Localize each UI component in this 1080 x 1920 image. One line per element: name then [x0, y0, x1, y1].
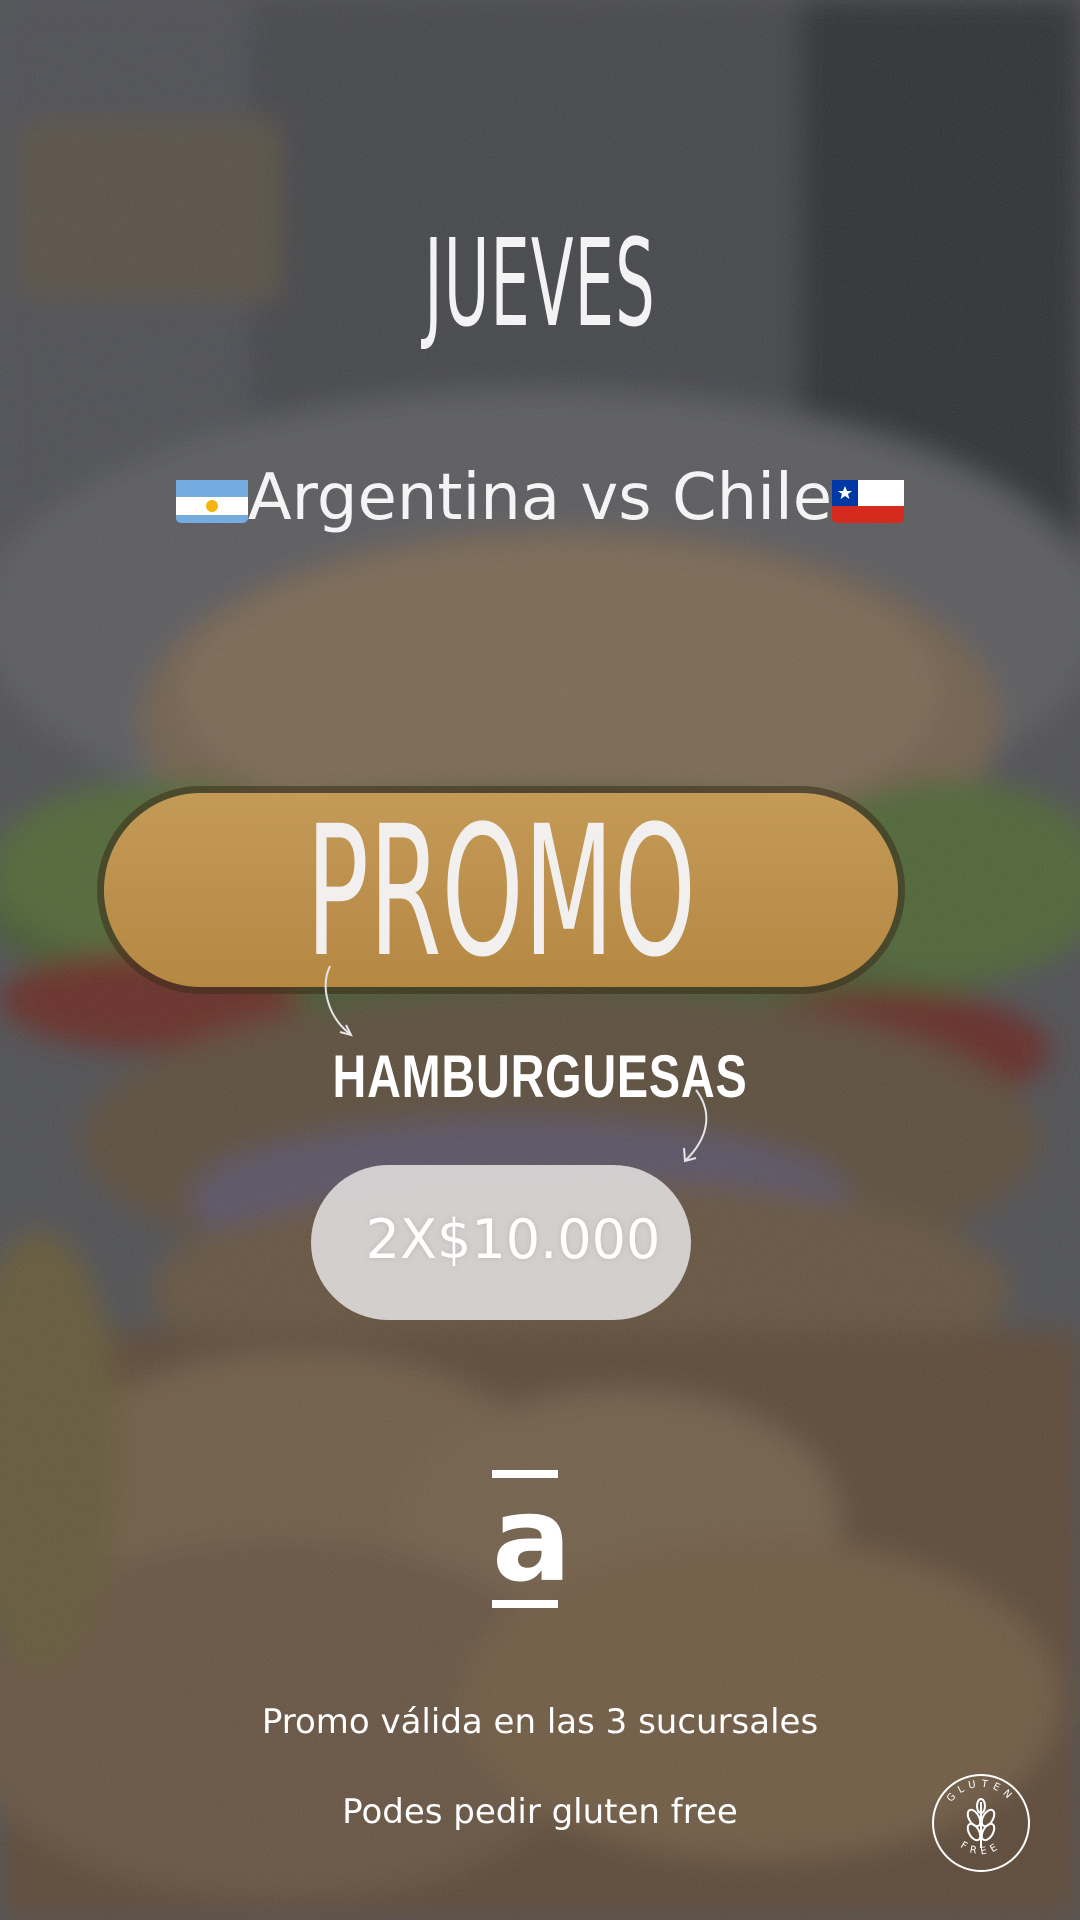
home-team: Argentina [247, 461, 561, 535]
gluten-note: Podes pedir gluten free [342, 1792, 738, 1832]
branches-note: Promo válida en las 3 sucursales [261, 1702, 819, 1742]
curved-arrow-icon [683, 1089, 708, 1163]
promo-label: PROMO [306, 788, 696, 997]
price-label: 2X$10.000 [365, 1208, 661, 1271]
product-label: HAMBURGUESAS [332, 1043, 748, 1110]
curved-arrow-icon [324, 965, 353, 1037]
away-team: Chile [671, 461, 833, 535]
match-line: Argentina vs Chile [0, 458, 1080, 538]
logo-letter: a [492, 1470, 572, 1608]
chile-flag-icon [832, 471, 905, 524]
brand-logo: a [492, 1470, 572, 1608]
argentina-flag-icon [175, 471, 248, 524]
vs-label: vs [580, 461, 652, 535]
gluten-free-badge-icon: GLUTEN FREE [932, 1774, 1030, 1872]
day-title: JUEVES [424, 215, 656, 354]
